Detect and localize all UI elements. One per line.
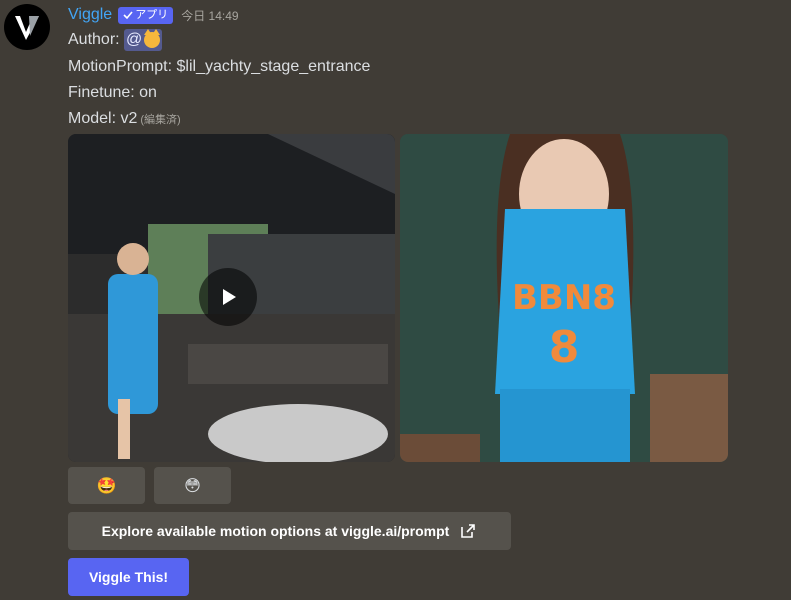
viggle-logo-icon (15, 16, 39, 40)
model-line: Model: v2 (編集済) (68, 110, 181, 128)
checkmark-icon (123, 11, 133, 20)
motion-prompt-line: MotionPrompt: $lil_yachty_stage_entrance (68, 58, 371, 75)
play-button[interactable] (199, 268, 257, 326)
basketball-girl-image: BBN8 8 (400, 134, 728, 462)
image-attachment[interactable]: BBN8 8 (400, 134, 728, 462)
viggle-button-label: Viggle This! (88, 569, 169, 585)
video-attachment[interactable] (68, 134, 395, 462)
app-badge: アプリ (118, 6, 174, 24)
app-badge-label: アプリ (135, 8, 169, 21)
username[interactable]: Viggle (68, 6, 112, 24)
svg-text:8: 8 (549, 322, 580, 373)
author-label: Author: (68, 31, 125, 48)
mention-text: @ (126, 31, 143, 48)
avatar[interactable] (4, 4, 50, 50)
edited-label: (編集済) (140, 114, 181, 126)
message-header: Viggle アプリ 今日 14:49 (68, 4, 239, 26)
author-line: Author: @ (68, 29, 163, 51)
cat-emoji-icon (144, 29, 161, 48)
viggle-this-button[interactable]: Viggle This! (68, 558, 189, 596)
explore-motion-options-button[interactable]: Explore available motion options at vigg… (68, 512, 511, 550)
model-text: Model: v2 (68, 110, 138, 127)
finetune-line: Finetune: on (68, 84, 157, 101)
external-link-icon (461, 524, 476, 538)
reaction-emoji: 😳 (184, 477, 201, 495)
svg-text:BBN8: BBN8 (512, 278, 616, 318)
author-mention[interactable]: @ (124, 29, 163, 51)
play-icon (223, 289, 236, 305)
reaction-flushed[interactable]: 😳 (154, 467, 231, 504)
timestamp: 今日 14:49 (181, 8, 239, 23)
reaction-emoji: 🤩 (96, 477, 117, 495)
reaction-star-struck[interactable]: 🤩 (68, 467, 145, 504)
explore-button-label: Explore available motion options at vigg… (101, 523, 450, 539)
